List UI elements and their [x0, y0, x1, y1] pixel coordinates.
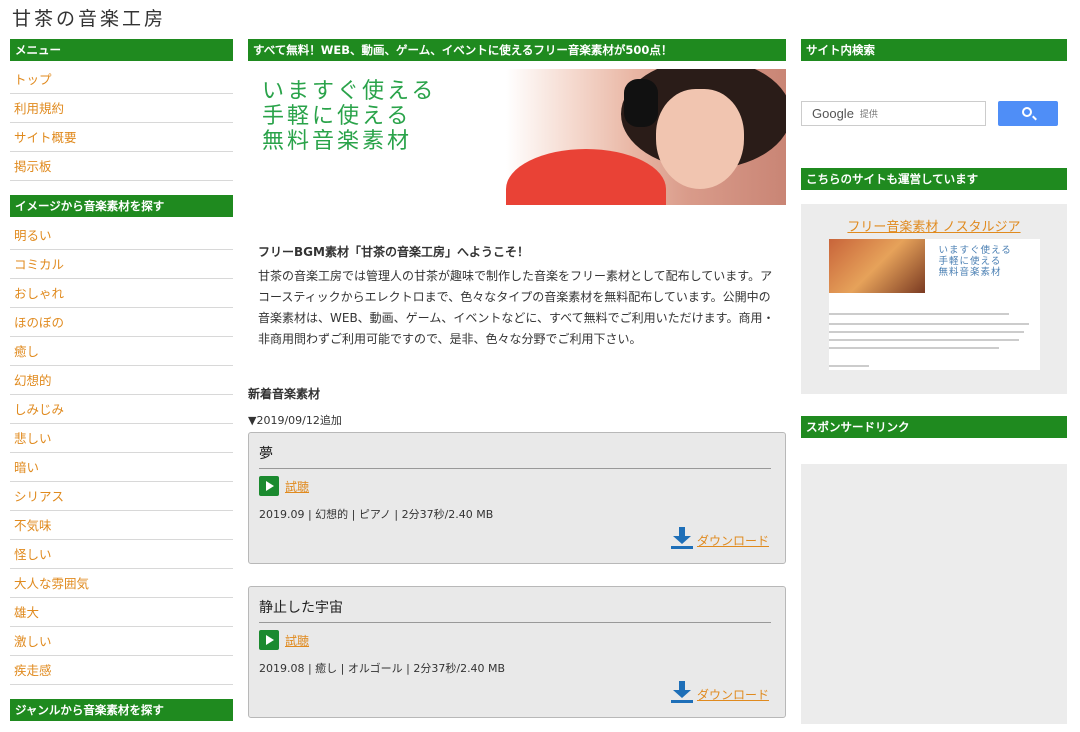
menu-list: トップ 利用規約 サイト概要 掲示板 [10, 65, 233, 181]
added-date: ▼2019/09/12追加 [248, 414, 342, 427]
top-banner: すべて無料！WEB、動画、ゲーム、イベントに使えるフリー音楽素材が500点！ [248, 39, 786, 61]
track-title: 静止した宇宙 [259, 597, 771, 623]
category-item[interactable]: 暗い [10, 453, 233, 482]
other-site-promo: フリー音楽素材 ノスタルジア いますぐ使える 手軽に使える 無料音楽素材 [801, 204, 1067, 394]
thumbnail-line: いますぐ使える [938, 245, 1012, 256]
menu-item-about[interactable]: サイト概要 [10, 123, 233, 152]
nostalgia-thumbnail[interactable]: いますぐ使える 手軽に使える 無料音楽素材 [828, 239, 1040, 370]
welcome-body: 甘茶の音楽工房では管理人の甘茶が趣味で制作した音楽をフリー素材として配布していま… [258, 269, 775, 346]
thumbnail-line: 手軽に使える [938, 256, 1002, 267]
right-sidebar: サイト内検索 Google 提供 こちらのサイトも運営しています フリー音楽素材… [801, 39, 1067, 724]
category-item[interactable]: しみじみ [10, 395, 233, 424]
category-item[interactable]: 幻想的 [10, 366, 233, 395]
sponsor-ad-area [801, 464, 1067, 724]
category-item[interactable]: 疾走感 [10, 656, 233, 685]
headphone-icon [624, 79, 658, 127]
hero-line: いますぐ使える [262, 79, 437, 104]
new-music-title: 新着音楽素材 [248, 387, 321, 401]
other-sites-header: こちらのサイトも運営しています [801, 168, 1067, 190]
menu-item-top[interactable]: トップ [10, 65, 233, 94]
category-item[interactable]: 激しい [10, 627, 233, 656]
play-icon[interactable] [259, 476, 279, 496]
download-icon[interactable] [670, 527, 693, 549]
track-title: 夢 [259, 443, 771, 469]
welcome-section: フリーBGM素材「甘茶の音楽工房」へようこそ！ 甘茶の音楽工房では管理人の甘茶が… [248, 243, 786, 350]
category-item[interactable]: おしゃれ [10, 279, 233, 308]
nostalgia-link[interactable]: フリー音楽素材 ノスタルジア [847, 220, 1020, 235]
menu-header: メニュー [10, 39, 233, 61]
site-title[interactable]: 甘茶の音楽工房 [12, 4, 166, 31]
search-input[interactable]: Google 提供 [801, 101, 986, 126]
category-item[interactable]: 悲しい [10, 424, 233, 453]
category-item[interactable]: 不気味 [10, 511, 233, 540]
track-card: 静止した宇宙 試聴 2019.08 | 癒し | オルゴール | 2分37秒/2… [248, 586, 786, 718]
main-content: すべて無料！WEB、動画、ゲーム、イベントに使えるフリー音楽素材が500点！ い… [248, 39, 786, 718]
thumbnail-text: いますぐ使える 手軽に使える 無料音楽素材 [939, 245, 1012, 278]
download-button[interactable]: ダウンロード [670, 527, 769, 549]
google-logo: Google [812, 106, 854, 121]
hero-line: 手軽に使える [262, 104, 412, 129]
thumbnail-line: 無料音楽素材 [938, 267, 1002, 278]
category-item[interactable]: 癒し [10, 337, 233, 366]
image-category-list: 明るい コミカル おしゃれ ほのぼの 癒し 幻想的 しみじみ 悲しい 暗い シリ… [10, 221, 233, 685]
guitar-image [828, 239, 925, 293]
download-link[interactable]: ダウンロード [697, 686, 769, 703]
listen-link[interactable]: 試聴 [285, 632, 309, 649]
sponsor-header: スポンサードリンク [801, 416, 1067, 438]
category-item[interactable]: 雄大 [10, 598, 233, 627]
welcome-title: フリーBGM素材「甘茶の音楽工房」へようこそ！ [258, 245, 529, 259]
left-sidebar: メニュー トップ 利用規約 サイト概要 掲示板 イメージから音楽素材を探す 明る… [10, 39, 233, 721]
category-item[interactable]: ほのぼの [10, 308, 233, 337]
category-item[interactable]: シリアス [10, 482, 233, 511]
category-item[interactable]: 明るい [10, 221, 233, 250]
hero-text: いますぐ使える 手軽に使える 無料音楽素材 [262, 79, 436, 154]
menu-item-terms[interactable]: 利用規約 [10, 94, 233, 123]
menu-item-bbs[interactable]: 掲示板 [10, 152, 233, 181]
hero-banner: いますぐ使える 手軽に使える 無料音楽素材 [248, 69, 786, 205]
hero-line: 無料音楽素材 [262, 129, 413, 154]
track-meta: 2019.09 | 幻想的 | ピアノ | 2分37秒/2.40 MB [259, 508, 494, 521]
category-item[interactable]: 大人な雰囲気 [10, 569, 233, 598]
track-meta: 2019.08 | 癒し | オルゴール | 2分37秒/2.40 MB [259, 662, 506, 675]
track-card: 夢 試聴 2019.09 | 幻想的 | ピアノ | 2分37秒/2.40 MB… [248, 432, 786, 564]
download-link[interactable]: ダウンロード [697, 532, 769, 549]
download-button[interactable]: ダウンロード [670, 681, 769, 703]
search-icon [1022, 107, 1032, 117]
site-search-header: サイト内検索 [801, 39, 1067, 61]
hero-photo [506, 69, 786, 205]
image-search-header: イメージから音楽素材を探す [10, 195, 233, 217]
download-icon[interactable] [670, 681, 693, 703]
genre-search-header: ジャンルから音楽素材を探す [10, 699, 233, 721]
category-item[interactable]: コミカル [10, 250, 233, 279]
category-item[interactable]: 怪しい [10, 540, 233, 569]
google-provided-label: 提供 [859, 110, 878, 120]
search-button[interactable] [998, 101, 1058, 126]
google-search: Google 提供 [801, 101, 1067, 126]
play-icon[interactable] [259, 630, 279, 650]
listen-link[interactable]: 試聴 [285, 478, 309, 495]
